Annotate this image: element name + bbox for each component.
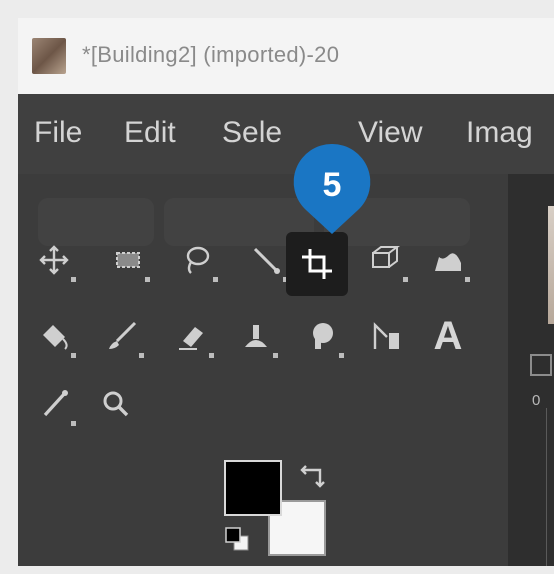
measure-tool[interactable]	[358, 308, 414, 364]
step-callout-badge: 5	[286, 142, 378, 252]
quick-mask-toggle[interactable]	[530, 354, 552, 376]
tool-group-indicator	[71, 277, 76, 282]
image-thumbnail-icon	[32, 38, 66, 74]
ruler-label: 0	[532, 392, 541, 409]
bucket-fill-tool[interactable]	[26, 308, 82, 364]
tool-group-indicator	[71, 353, 76, 358]
image-canvas-preview	[548, 206, 554, 324]
paintbrush-tool[interactable]	[94, 308, 150, 364]
crop-tool-icon	[302, 249, 332, 279]
gimp-window: *[Building2] (imported)-20 File Edit Sel…	[18, 18, 554, 566]
eraser-icon	[179, 327, 203, 350]
menu-image[interactable]: Imag	[466, 116, 533, 150]
eraser-tool[interactable]	[164, 308, 220, 364]
tool-group-indicator	[213, 277, 218, 282]
title-bar: *[Building2] (imported)-20	[18, 18, 554, 95]
tool-group-indicator	[339, 353, 344, 358]
warp-transform-tool[interactable]	[420, 232, 476, 288]
clone-tool[interactable]	[228, 308, 284, 364]
tool-group-indicator	[465, 277, 470, 282]
window-title: *[Building2] (imported)-20	[82, 42, 340, 67]
rect-select-tool[interactable]	[100, 232, 156, 288]
zoom-tool[interactable]	[88, 376, 144, 432]
menu-select[interactable]: Sele	[222, 116, 282, 150]
paintbrush-icon	[109, 321, 137, 349]
tool-group-indicator	[273, 353, 278, 358]
measure-icon	[373, 322, 399, 349]
default-colors-icon[interactable]	[224, 526, 252, 554]
free-select-icon	[186, 246, 210, 274]
tool-group-indicator	[139, 353, 144, 358]
zoom-icon	[103, 391, 129, 417]
foreground-color-swatch[interactable]	[224, 460, 282, 516]
text-tool-icon: A	[433, 313, 463, 358]
rect-select-icon	[116, 252, 140, 268]
smudge-icon	[313, 323, 333, 349]
swap-colors-icon[interactable]	[298, 464, 326, 490]
warp-transform-icon	[435, 253, 461, 271]
color-picker-icon	[43, 390, 68, 417]
tool-group-indicator	[209, 353, 214, 358]
smudge-tool[interactable]	[294, 308, 350, 364]
vertical-ruler	[546, 408, 547, 566]
tool-group-indicator	[145, 277, 150, 282]
color-picker-tool[interactable]	[26, 376, 82, 432]
clone-icon	[245, 325, 267, 347]
move-tool-icon	[39, 245, 69, 275]
menu-edit[interactable]: Edit	[124, 116, 176, 150]
tool-group-indicator	[71, 421, 76, 426]
paths-pen-icon	[253, 247, 280, 274]
text-tool[interactable]: A	[420, 308, 476, 364]
bucket-fill-icon	[43, 325, 68, 350]
free-select-tool[interactable]	[168, 232, 224, 288]
menu-file[interactable]: File	[34, 116, 82, 150]
tool-group-indicator	[403, 277, 408, 282]
callout-number: 5	[322, 166, 342, 204]
move-tool[interactable]	[26, 232, 82, 288]
